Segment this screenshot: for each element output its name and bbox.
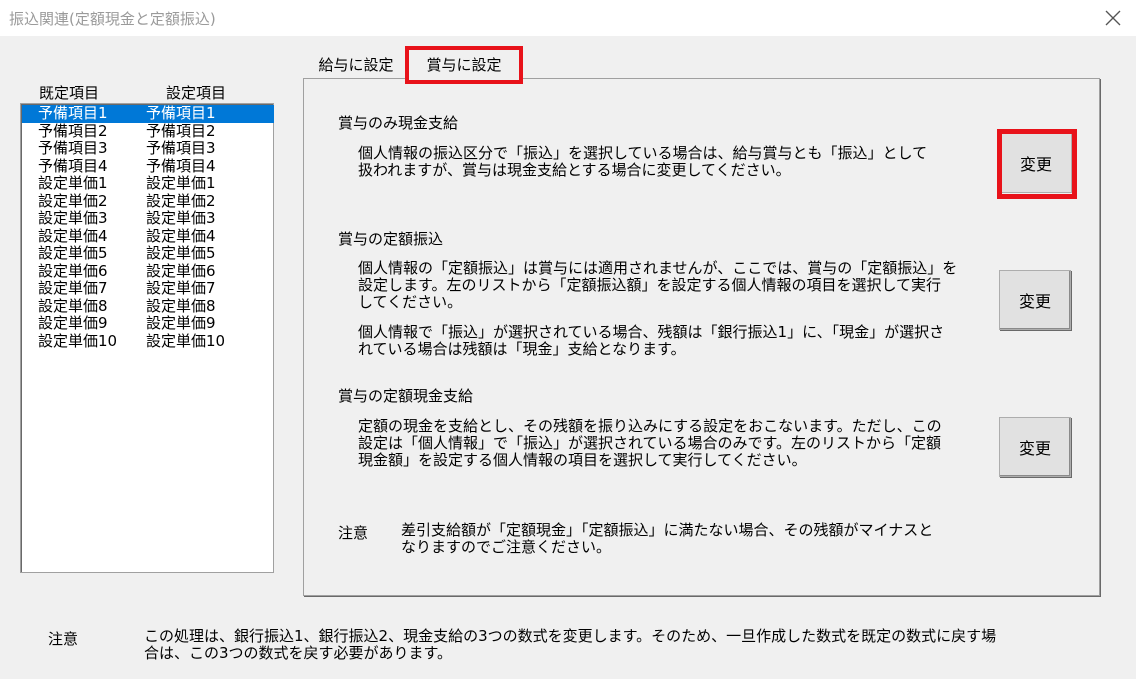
section-desc-fixed-transfer: 個人情報の「定額振込」は賞与には適用されませんが、ここでは、賞与の「定額振込」を… bbox=[358, 259, 958, 311]
list-item-default: 設定単価10 bbox=[38, 331, 118, 350]
list-item[interactable]: 設定単価8 設定単価8 bbox=[22, 296, 274, 316]
panel-note-text: 差引支給額が「定額現金」「定額振込」に満たない場合、その残額がマイナスと なりま… bbox=[401, 521, 934, 556]
list-header-default: 既定項目 bbox=[39, 84, 100, 102]
section-desc-fixed-transfer-note: 個人情報で「振込」が選択されている場合、残額は「銀行振込1」に、「現金」が選択さ… bbox=[358, 323, 945, 358]
list-item-default: 設定単価2 bbox=[38, 191, 108, 210]
list-item-setting: 予備項目3 bbox=[146, 139, 216, 157]
dialog-window: 振込関連(定額現金と定額振込) 既定項目 設定項目 予備項目1 予備項目1 予備項目… bbox=[0, 0, 1136, 679]
list-item-setting: 設定単価6 bbox=[146, 261, 216, 280]
section-title-fixed-transfer: 賞与の定額振込 bbox=[338, 230, 444, 248]
list-item[interactable]: 設定単価10 設定単価10 bbox=[22, 331, 274, 351]
list-item[interactable]: 予備項目2 予備項目2 bbox=[22, 121, 274, 141]
list-item-default: 予備項目1 bbox=[38, 104, 108, 122]
list-item-default: 設定単価9 bbox=[38, 314, 108, 332]
list-item-default: 予備項目4 bbox=[38, 156, 108, 175]
list-item-default: 予備項目3 bbox=[38, 139, 108, 157]
list-item[interactable]: 設定単価2 設定単価2 bbox=[22, 191, 274, 211]
list-item-setting: 設定単価7 bbox=[146, 279, 216, 297]
list-item[interactable]: 設定単価5 設定単価5 bbox=[22, 244, 274, 263]
change-button-cash-only[interactable]: 変更 bbox=[1000, 133, 1072, 193]
title-bar: 振込関連(定額現金と定額振込) bbox=[0, 0, 1136, 36]
list-item[interactable]: 設定単価3 設定単価3 bbox=[22, 209, 274, 228]
panel-note-label: 注意 bbox=[338, 524, 369, 542]
change-button-fixed-transfer[interactable]: 変更 bbox=[999, 270, 1071, 330]
footer-note-label: 注意 bbox=[48, 630, 79, 648]
section-title-fixed-cash: 賞与の定額現金支給 bbox=[338, 387, 474, 405]
list-item[interactable]: 予備項目4 予備項目4 bbox=[22, 156, 274, 176]
list-item[interactable]: 設定単価7 設定単価7 bbox=[22, 279, 274, 298]
list-item-setting: 設定単価10 bbox=[146, 331, 226, 350]
list-item-setting: 設定単価2 bbox=[146, 191, 216, 210]
list-item-default: 予備項目2 bbox=[38, 121, 108, 140]
list-item-setting: 設定単価8 bbox=[146, 296, 216, 315]
close-icon[interactable] bbox=[1102, 7, 1124, 29]
section-desc-fixed-cash: 定額の現金を支給とし、その残額を振り込みにする設定をおこないます。ただし、この … bbox=[358, 417, 942, 469]
list-item-setting: 設定単価9 bbox=[146, 314, 216, 332]
list-item-default: 設定単価4 bbox=[38, 226, 108, 245]
list-item-setting: 設定単価4 bbox=[146, 226, 216, 245]
footer-note-text: この処理は、銀行振込1、銀行振込2、現金支給の3つの数式を変更します。そのため、… bbox=[144, 627, 997, 662]
list-header-setting: 設定項目 bbox=[166, 84, 227, 102]
window-title: 振込関連(定額現金と定額振込) bbox=[9, 10, 216, 28]
list-item[interactable]: 予備項目1 予備項目1 bbox=[22, 104, 274, 123]
section-desc-cash-only: 個人情報の振込区分で「振込」を選択している場合は、給与賞与とも「振込」として 扱… bbox=[358, 144, 928, 179]
item-listbox[interactable]: 予備項目1 予備項目1 予備項目2 予備項目2 予備項目3 予備項目3 予備項目4 予備項目4… bbox=[20, 103, 274, 573]
list-item-default: 設定単価1 bbox=[38, 174, 108, 192]
tab-bonus[interactable]: 賞与に設定 bbox=[405, 46, 523, 84]
list-item[interactable]: 設定単価1 設定単価1 bbox=[22, 174, 274, 193]
change-button-fixed-cash[interactable]: 変更 bbox=[999, 417, 1071, 477]
list-item-default: 設定単価7 bbox=[38, 279, 108, 297]
tab-salary[interactable]: 給与に設定 bbox=[308, 53, 404, 77]
list-item-default: 設定単価6 bbox=[38, 261, 108, 280]
list-item-setting: 設定単価1 bbox=[146, 174, 216, 192]
list-item-setting: 予備項目4 bbox=[146, 156, 216, 175]
list-item-setting: 予備項目1 bbox=[146, 104, 216, 122]
list-item[interactable]: 設定単価4 設定単価4 bbox=[22, 226, 274, 246]
list-item-default: 設定単価8 bbox=[38, 296, 108, 315]
list-item[interactable]: 予備項目3 予備項目3 bbox=[22, 139, 274, 158]
list-item-setting: 予備項目2 bbox=[146, 121, 216, 140]
list-item-setting: 設定単価5 bbox=[146, 244, 216, 262]
list-item-setting: 設定単価3 bbox=[146, 209, 216, 227]
list-item[interactable]: 設定単価6 設定単価6 bbox=[22, 261, 274, 281]
list-item-default: 設定単価5 bbox=[38, 244, 108, 262]
list-item[interactable]: 設定単価9 設定単価9 bbox=[22, 314, 274, 333]
list-item-default: 設定単価3 bbox=[38, 209, 108, 227]
section-title-cash-only: 賞与のみ現金支給 bbox=[338, 114, 459, 132]
